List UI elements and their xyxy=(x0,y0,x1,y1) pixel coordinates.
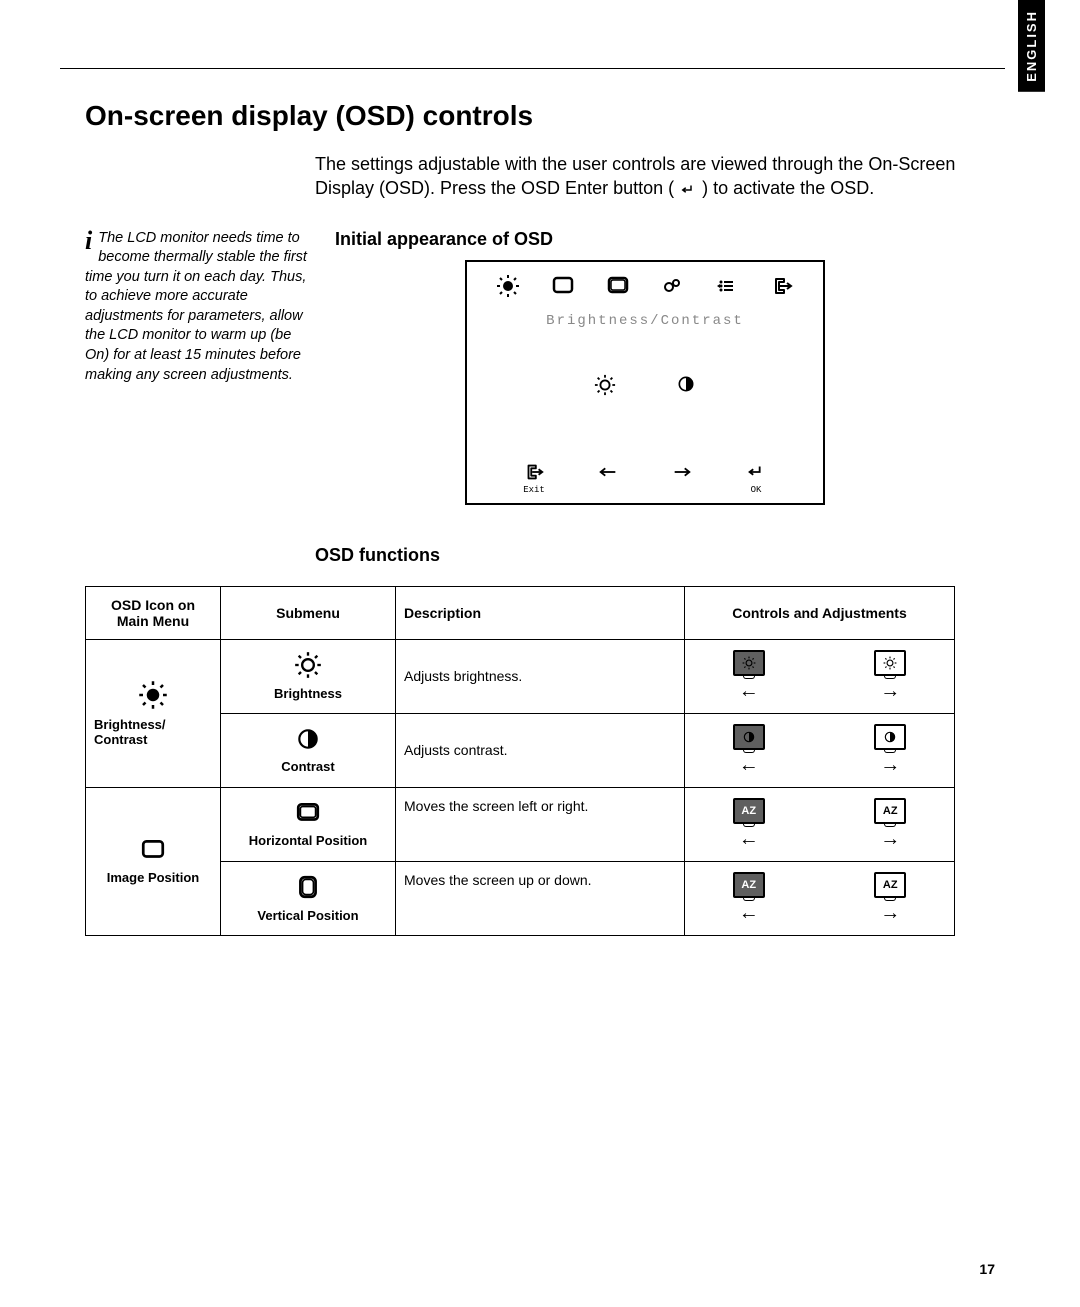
monitor-dark-icon xyxy=(733,724,765,750)
horizontal-position-icon xyxy=(293,800,323,829)
arrow-left-icon: ← xyxy=(739,902,759,925)
monitor-az-left-icon: AZ xyxy=(733,798,765,824)
osd-nav-right xyxy=(671,461,693,495)
group-image-position: Image Position xyxy=(86,787,221,935)
table-row: Brightness/ Contrast Brightness Adjusts … xyxy=(86,639,955,713)
arrow-right-icon xyxy=(671,461,693,483)
decrease-contrast: ← xyxy=(733,724,765,777)
desc-contrast: Adjusts contrast. xyxy=(396,713,685,787)
arrow-left-icon: ← xyxy=(739,754,759,777)
brightness-sub-icon xyxy=(594,374,616,401)
osd-nav-exit: Exit xyxy=(523,461,545,495)
setup-icon xyxy=(604,274,632,303)
osd-nav-ok: OK xyxy=(745,461,767,495)
submenu-contrast: Contrast xyxy=(221,713,396,787)
table-row: Image Position Horizontal Position Moves… xyxy=(86,787,955,861)
arrow-right-icon: → xyxy=(880,754,900,777)
page-number: 17 xyxy=(979,1261,995,1277)
desc-brightness: Adjusts brightness. xyxy=(396,639,685,713)
th-submenu: Submenu xyxy=(221,586,396,639)
move-right: AZ → xyxy=(874,798,906,851)
subheading-functions: OSD functions xyxy=(315,545,995,566)
osd-nav-left xyxy=(597,461,619,495)
arrow-right-icon: → xyxy=(880,828,900,851)
submenu-label: Brightness xyxy=(274,686,342,701)
arrow-right-icon: → xyxy=(880,680,900,703)
submenu-label: Vertical Position xyxy=(257,908,358,923)
group-label: Brightness/ Contrast xyxy=(94,717,212,747)
arrow-left-icon xyxy=(597,461,619,483)
increase-brightness: → xyxy=(874,650,906,703)
controls-vpos: AZ ← AZ → xyxy=(685,861,955,935)
osd-tab-bar xyxy=(467,274,823,303)
group-brightness-contrast: Brightness/ Contrast xyxy=(86,639,221,787)
monitor-az-right-icon: AZ xyxy=(874,798,906,824)
desc-vpos: Moves the screen up or down. xyxy=(396,861,685,935)
group-label: Image Position xyxy=(107,870,199,885)
move-up: AZ ← xyxy=(733,872,765,925)
menu-icon xyxy=(713,274,741,303)
ok-label: OK xyxy=(751,485,762,495)
monitor-az-up-icon: AZ xyxy=(733,872,765,898)
controls-contrast: ← → xyxy=(685,713,955,787)
arrow-left-icon: ← xyxy=(739,680,759,703)
monitor-light-icon xyxy=(874,724,906,750)
top-rule xyxy=(60,68,1005,69)
enter-icon xyxy=(745,461,767,483)
monitor-light-icon xyxy=(874,650,906,676)
vertical-position-icon xyxy=(295,873,321,904)
th-controls: Controls and Adjustments xyxy=(685,586,955,639)
exit-icon xyxy=(523,461,545,483)
osd-functions-table: OSD Icon on Main Menu Submenu Descriptio… xyxy=(85,586,955,936)
th-description: Description xyxy=(396,586,685,639)
brightness-icon xyxy=(294,651,322,682)
move-left: AZ ← xyxy=(733,798,765,851)
osd-title: Brightness/Contrast xyxy=(467,313,823,329)
contrast-sub-icon xyxy=(676,374,696,401)
intro-paragraph: The settings adjustable with the user co… xyxy=(315,152,995,201)
language-tab: ENGLISH xyxy=(1018,0,1045,92)
exit-label: Exit xyxy=(523,485,545,495)
options-icon xyxy=(658,274,686,303)
submenu-brightness: Brightness xyxy=(221,639,396,713)
submenu-label: Horizontal Position xyxy=(249,833,367,848)
enter-icon xyxy=(679,176,697,200)
page-title: On-screen display (OSD) controls xyxy=(85,100,995,132)
osd-nav-row: Exit OK xyxy=(467,461,823,495)
decrease-brightness: ← xyxy=(733,650,765,703)
brightness-icon xyxy=(138,680,168,713)
increase-contrast: → xyxy=(874,724,906,777)
osd-mid-icons xyxy=(467,374,823,401)
move-down: AZ → xyxy=(874,872,906,925)
arrow-left-icon: ← xyxy=(739,828,759,851)
info-note: i The LCD monitor needs time to become t… xyxy=(85,229,315,505)
monitor-dark-icon xyxy=(733,650,765,676)
note-text: The LCD monitor needs time to become the… xyxy=(85,230,307,383)
position-icon xyxy=(138,837,168,866)
exit-icon xyxy=(768,274,796,303)
intro-text-after: ) to activate the OSD. xyxy=(702,178,874,198)
submenu-vpos: Vertical Position xyxy=(221,861,396,935)
arrow-right-icon: → xyxy=(880,902,900,925)
table-header-row: OSD Icon on Main Menu Submenu Descriptio… xyxy=(86,586,955,639)
th-main-icon: OSD Icon on Main Menu xyxy=(86,586,221,639)
info-icon: i xyxy=(85,229,92,252)
desc-hpos: Moves the screen left or right. xyxy=(396,787,685,861)
contrast-icon xyxy=(295,726,321,755)
subheading-initial: Initial appearance of OSD xyxy=(335,229,995,250)
monitor-az-down-icon: AZ xyxy=(874,872,906,898)
controls-hpos: AZ ← AZ → xyxy=(685,787,955,861)
controls-brightness: ← → xyxy=(685,639,955,713)
submenu-label: Contrast xyxy=(281,759,334,774)
brightness-icon xyxy=(494,274,522,303)
submenu-hpos: Horizontal Position xyxy=(221,787,396,861)
osd-preview: Brightness/Contrast Exit xyxy=(465,260,825,505)
position-icon xyxy=(549,274,577,303)
